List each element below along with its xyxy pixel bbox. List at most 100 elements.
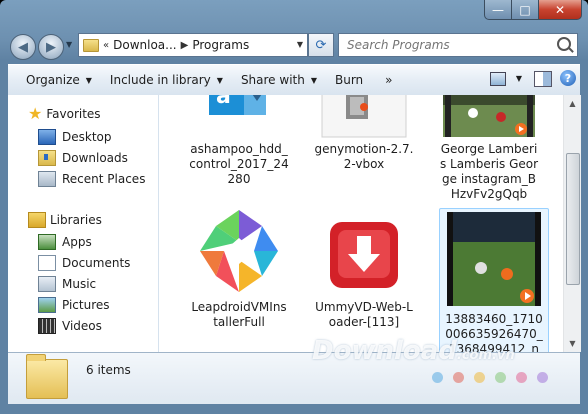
window-frame-bottom: [0, 404, 588, 414]
view-options-dropdown[interactable]: ▼: [516, 74, 522, 83]
favorites-label: Favorites: [46, 107, 101, 121]
include-in-library-menu[interactable]: Include in library ▼: [110, 73, 223, 87]
item-count: 6 items: [86, 363, 131, 377]
watermark-dots: [432, 372, 558, 383]
sidebar-item-label: Documents: [62, 256, 131, 270]
watermark-suffix: .com.vn: [456, 348, 515, 363]
watermark-logo: Download.com.vn: [312, 336, 515, 366]
sidebar-item-apps[interactable]: Apps: [38, 233, 92, 251]
file-tile-selected[interactable]: 13883460_1710006635926470_1368499412_n: [439, 208, 549, 352]
chevron-down-icon: ▼: [310, 75, 317, 85]
chevron-right-icon[interactable]: ▶: [181, 40, 189, 51]
burn-button[interactable]: Burn: [335, 73, 363, 87]
dot: [516, 372, 527, 383]
documents-icon: [38, 255, 56, 271]
genymotion-icon: [314, 95, 414, 141]
command-bar: Organize ▼ Include in library ▼ Share with…: [8, 64, 580, 96]
breadcrumb-overflow[interactable]: «: [103, 40, 109, 51]
video-thumbnail: [444, 212, 544, 308]
navigation-pane: ★ Favorites Desktop Downloads Recent Pla…: [8, 95, 159, 352]
file-tile[interactable]: LeapdroidVMInstallerFull: [189, 208, 289, 348]
favorites-group[interactable]: ★ Favorites: [8, 104, 101, 123]
search-input[interactable]: [345, 37, 549, 53]
leapdroid-icon: [189, 208, 289, 294]
file-name: ashampoo_hdd_control_2017_24280: [189, 142, 289, 186]
file-tile[interactable]: a ashampoo_hdd_control_2017_24280: [189, 95, 289, 195]
desktop-icon: [38, 129, 56, 145]
refresh-button[interactable]: ⟳: [308, 33, 334, 57]
dot: [495, 372, 506, 383]
navigation-bar: ◀ ▶ ▼ « Downloa... ▶ Programs ▼ ⟳: [0, 30, 588, 62]
dot: [453, 372, 464, 383]
star-icon: ★: [28, 104, 43, 123]
scrollbar-thumb[interactable]: [566, 153, 580, 285]
vertical-scrollbar[interactable]: ▲ ▼: [563, 95, 581, 352]
preview-pane-button[interactable]: [534, 71, 552, 87]
recent-places-icon: [38, 171, 56, 187]
libraries-icon: [28, 212, 46, 228]
close-button[interactable]: ✕: [539, 0, 582, 20]
sidebar-item-documents[interactable]: Documents: [38, 254, 130, 272]
sidebar-item-label: Apps: [62, 235, 92, 249]
search-box: [338, 33, 578, 57]
share-with-menu[interactable]: Share with ▼: [241, 73, 317, 87]
scroll-up-arrow[interactable]: ▲: [564, 95, 581, 112]
sidebar-item-desktop[interactable]: Desktop: [38, 128, 112, 146]
downloads-folder-icon: [38, 150, 56, 166]
minimize-button[interactable]: —: [484, 0, 512, 20]
pictures-icon: [38, 297, 56, 313]
include-label: Include in library: [109, 73, 211, 87]
sidebar-item-downloads[interactable]: Downloads: [38, 149, 128, 167]
caption-buttons: — □ ✕: [484, 0, 582, 20]
chevron-down-icon: ▼: [216, 75, 223, 85]
more-commands-button[interactable]: »: [385, 73, 392, 87]
sidebar-item-label: Downloads: [62, 151, 128, 165]
forward-button[interactable]: ▶: [38, 34, 64, 60]
folder-icon: [83, 38, 99, 52]
dot: [537, 372, 548, 383]
apps-icon: [38, 234, 56, 250]
recent-pages-dropdown[interactable]: ▼: [66, 40, 72, 49]
sidebar-item-label: Pictures: [62, 298, 110, 312]
sidebar-item-recent-places[interactable]: Recent Places: [38, 170, 145, 188]
back-button[interactable]: ◀: [10, 34, 36, 60]
burn-label: Burn: [335, 73, 364, 87]
explorer-window: — □ ✕ ◀ ▶ ▼ « Downloa... ▶ Programs ▼ ⟳ …: [0, 0, 588, 414]
breadcrumb-downloads[interactable]: Downloa...: [113, 38, 176, 52]
dot: [432, 372, 443, 383]
ashampoo-icon: a: [189, 95, 289, 123]
sidebar-item-pictures[interactable]: Pictures: [38, 296, 110, 314]
file-tile[interactable]: genymotion-2.7.2-vbox: [314, 95, 414, 195]
videos-icon: [38, 318, 56, 334]
svg-text:a: a: [216, 95, 231, 109]
file-tile[interactable]: UmmyVD-Web-Loader-[113]: [314, 208, 414, 348]
address-bar[interactable]: « Downloa... ▶ Programs ▼: [78, 33, 308, 57]
watermark-text: Download: [312, 336, 457, 366]
file-list: a ashampoo_hdd_control_2017_24280 genymo…: [159, 95, 563, 352]
dot: [474, 372, 485, 383]
scroll-down-arrow[interactable]: ▼: [564, 335, 581, 352]
change-view-button[interactable]: [490, 72, 506, 86]
chevron-down-icon: ▼: [85, 75, 92, 85]
ummy-icon: [314, 220, 414, 294]
search-icon[interactable]: [557, 37, 571, 51]
organize-menu[interactable]: Organize ▼: [26, 73, 92, 87]
sidebar-item-label: Desktop: [62, 130, 112, 144]
file-tile[interactable]: George Lamberis Lamberis George instagra…: [439, 95, 539, 201]
address-dropdown[interactable]: ▼: [297, 40, 303, 49]
sidebar-item-music[interactable]: Music: [38, 275, 96, 293]
libraries-label: Libraries: [50, 213, 102, 227]
organize-label: Organize: [26, 73, 80, 87]
file-name: UmmyVD-Web-Loader-[113]: [315, 300, 413, 329]
maximize-button[interactable]: □: [512, 0, 539, 20]
breadcrumb-programs[interactable]: Programs: [192, 38, 249, 52]
folder-icon: [26, 354, 68, 399]
video-thumbnail: [439, 95, 539, 141]
help-button[interactable]: ?: [560, 70, 576, 86]
file-name: George Lamberis Lamberis George instagra…: [439, 142, 539, 201]
sidebar-item-label: Music: [62, 277, 97, 291]
file-name: LeapdroidVMInstallerFull: [191, 300, 287, 329]
sidebar-item-videos[interactable]: Videos: [38, 317, 102, 335]
share-label: Share with: [240, 73, 305, 87]
libraries-group[interactable]: Libraries: [8, 212, 102, 228]
